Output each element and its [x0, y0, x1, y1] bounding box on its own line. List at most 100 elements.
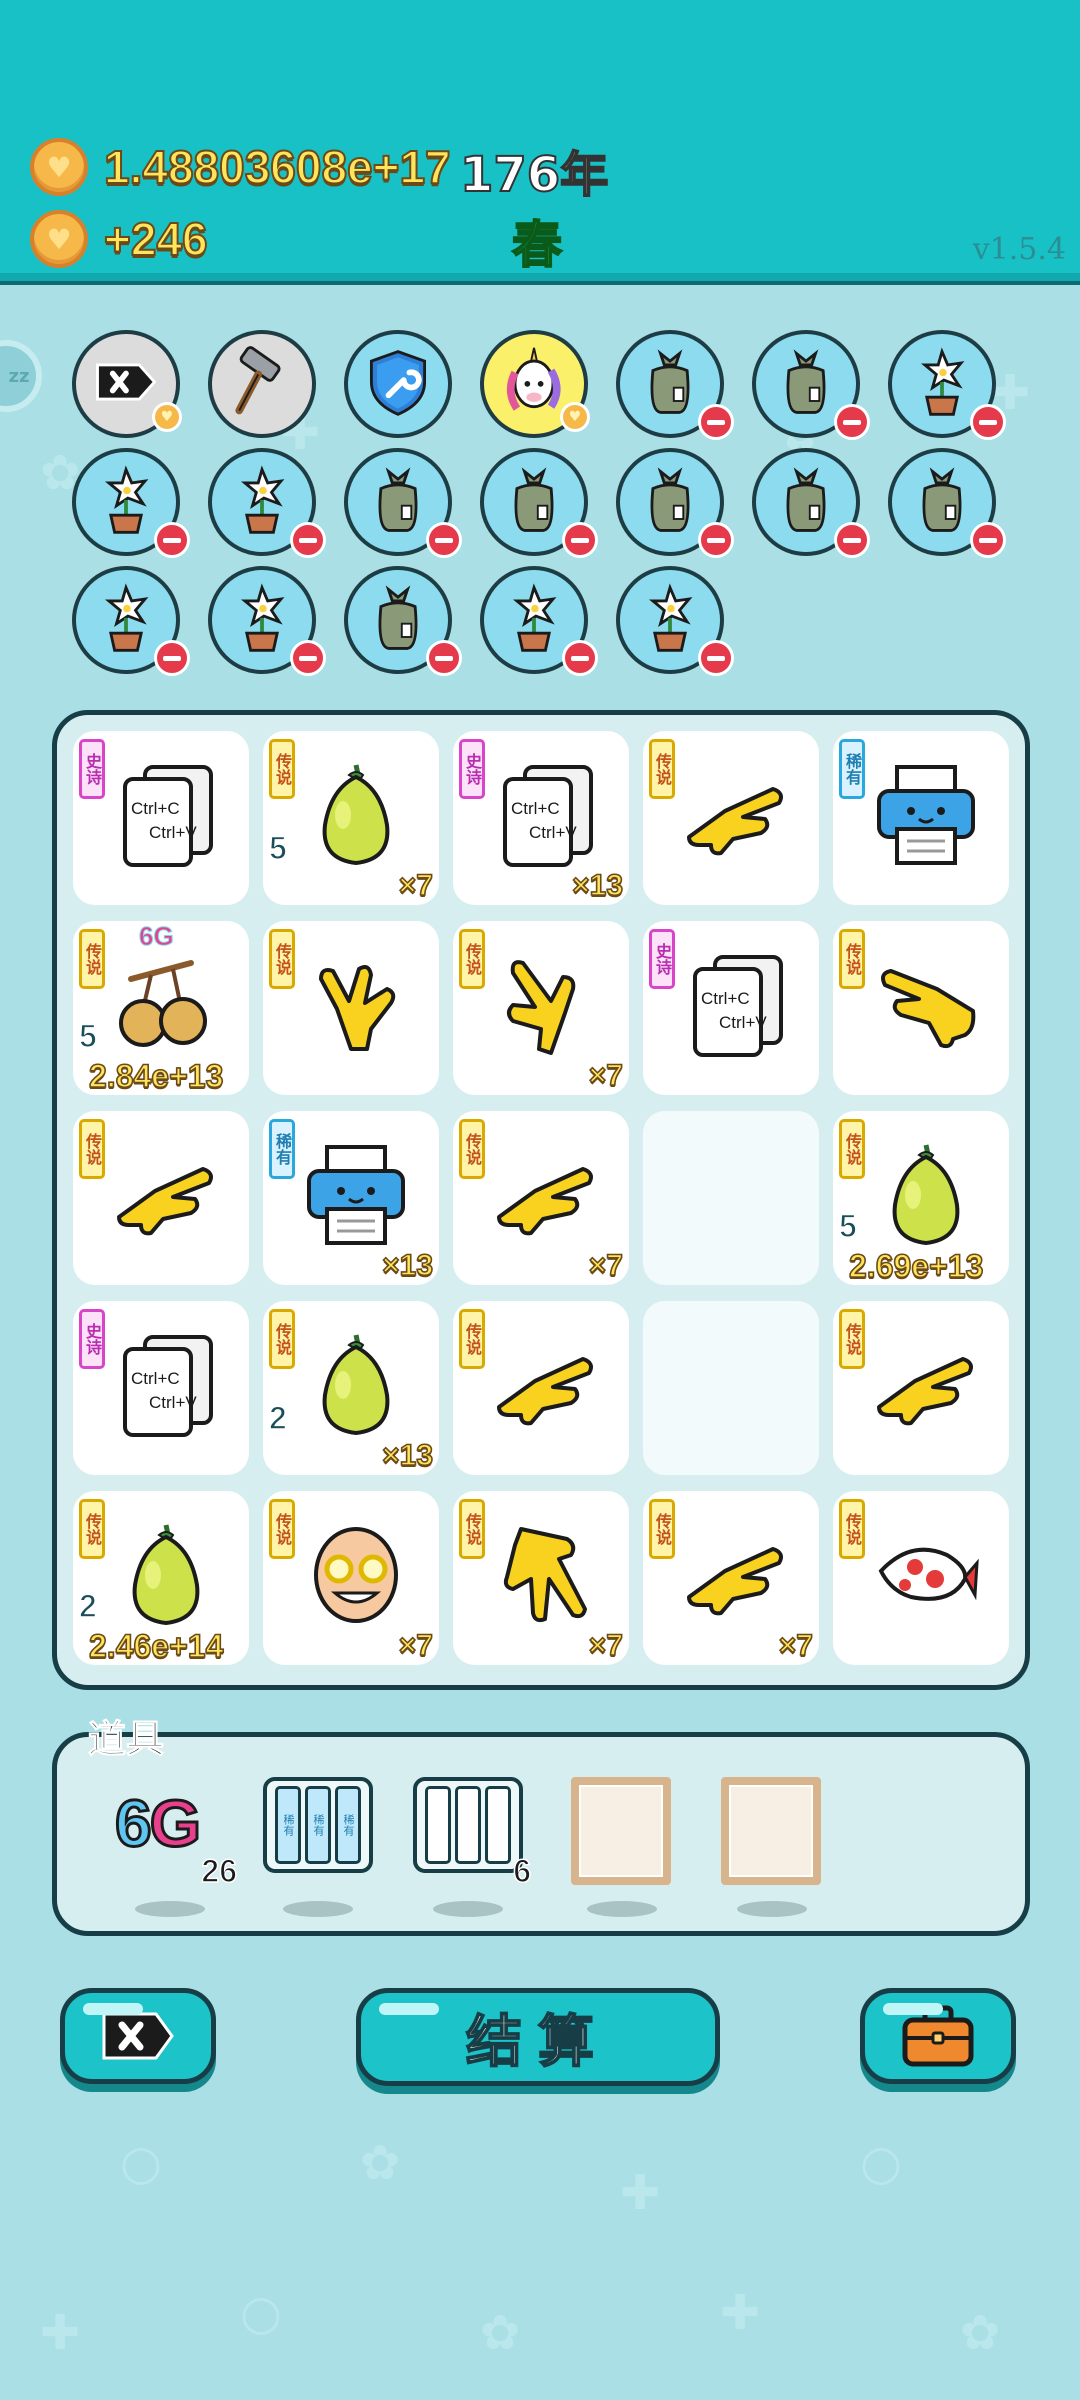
item-value: 2.46e+14 — [88, 1627, 224, 1665]
wrench-shield-icon — [360, 344, 436, 424]
relic-slot[interactable] — [72, 448, 190, 558]
board-cell-pointing-hand-right[interactable]: 传说 ×7 — [643, 1491, 819, 1665]
board-cell-pointing-hand-right[interactable]: 传说 — [73, 1111, 249, 1285]
board-cell-koi-fish[interactable]: 传说 — [833, 1491, 1009, 1665]
item-multiplier: ×13 — [381, 1438, 433, 1473]
relic-slot[interactable] — [344, 448, 462, 558]
board-cell-pointing-hand-right[interactable]: 传说 — [833, 1301, 1009, 1475]
remove-badge-icon — [154, 640, 190, 676]
coins-row: ♥ 1.48803608e+17 — [30, 138, 452, 196]
hammer-icon — [224, 344, 300, 424]
rarity-tag: 稀有 — [269, 1119, 295, 1179]
board-cell-copy-paste-card[interactable]: Ctrl+C Ctrl+V 史诗 ×13 — [453, 731, 629, 905]
income-value: +246 — [103, 212, 209, 266]
remove-badge-icon — [698, 522, 734, 558]
board-cell-pointing-hand-left[interactable]: 传说 — [833, 921, 1009, 1095]
copy-paste-text: Ctrl+C Ctrl+V — [511, 797, 577, 845]
board-cell-pomelo[interactable]: 传说 5 2.69e+13 — [833, 1111, 1009, 1285]
relic-slot[interactable] — [208, 330, 316, 438]
board-cell-pointing-hand-right[interactable]: 传说 — [453, 1301, 629, 1475]
relic-slot[interactable] — [480, 448, 598, 558]
delete-button[interactable] — [60, 1988, 216, 2084]
relic-slot[interactable] — [752, 448, 870, 558]
board-cell-pointing-hand-right[interactable]: 传说 ×7 — [453, 1111, 629, 1285]
trash-bag-icon — [632, 462, 708, 542]
remove-badge-icon — [834, 522, 870, 558]
rarity-tag: 传说 — [269, 1499, 295, 1559]
item-6g[interactable]: 6G 26 — [114, 1777, 238, 1917]
remove-badge-icon — [426, 640, 462, 676]
relic-slot[interactable] — [344, 566, 462, 676]
relic-slot[interactable] — [616, 330, 734, 440]
rarity-tag: 传说 — [269, 739, 295, 799]
remove-badge-icon — [698, 404, 734, 440]
remove-badge-icon — [970, 404, 1006, 440]
relic-slot[interactable]: ♥ — [72, 330, 182, 438]
year-counter: 176年 — [459, 146, 609, 204]
season-label: 春 — [511, 215, 563, 275]
card-label: 稀有 — [275, 1786, 301, 1864]
item-empty-frame[interactable] — [717, 1777, 827, 1917]
flower-pot-icon — [904, 344, 980, 424]
heart-coin-icon: ♥ — [30, 210, 88, 268]
trash-bag-icon — [904, 462, 980, 542]
trash-bag-icon — [632, 344, 708, 424]
item-shadow — [587, 1901, 657, 1917]
relic-slot[interactable] — [616, 448, 734, 558]
item-multiplier: ×13 — [381, 1248, 433, 1283]
board-cell-printer[interactable]: 稀有 — [833, 731, 1009, 905]
rarity-tag: 稀有 — [839, 739, 865, 799]
card-label: 稀有 — [305, 1786, 331, 1864]
backpack-button[interactable] — [860, 1988, 1016, 2084]
relic-slot[interactable] — [888, 330, 1006, 440]
board-cell-copy-paste-card[interactable]: Ctrl+C Ctrl+V 史诗 — [73, 1301, 249, 1475]
trash-bag-icon — [768, 344, 844, 424]
flower-pot-icon — [88, 462, 164, 542]
relic-slot[interactable] — [752, 330, 870, 440]
slot-board: Ctrl+C Ctrl+V 史诗 传说 5 ×7 Ctrl+C Ctrl+V 史诗 ×13 传说 稀有… — [52, 710, 1030, 1690]
relic-slot[interactable] — [888, 448, 1006, 558]
item-rare-cards[interactable]: 稀有 稀有 稀有 — [263, 1777, 373, 1917]
relic-slot[interactable] — [208, 448, 326, 558]
settle-button[interactable]: 结算 — [356, 1988, 720, 2086]
copy-line: Ctrl+C — [511, 799, 560, 818]
board-cell-pomelo[interactable]: 传说 5 ×7 — [263, 731, 439, 905]
board-cell-copy-paste-card[interactable]: Ctrl+C Ctrl+V 史诗 — [73, 731, 249, 905]
heart-coin-icon: ♥ — [30, 138, 88, 196]
board-cell-empty[interactable] — [643, 1111, 819, 1285]
trash-bag-icon — [496, 462, 572, 542]
board-cell-pomelo[interactable]: 传说 2 2.46e+14 — [73, 1491, 249, 1665]
item-empty-frame[interactable] — [567, 1777, 677, 1917]
board-cell-empty[interactable] — [643, 1301, 819, 1475]
board-cell-pointing-hand-right[interactable]: 传说 — [643, 731, 819, 905]
item-blank-cards[interactable]: 6 — [413, 1777, 532, 1917]
board-cell-pointing-hand-down[interactable]: 传说 ×7 — [453, 1491, 629, 1665]
version-label: v1.5.4 — [972, 232, 1066, 267]
relic-slot[interactable] — [208, 566, 326, 676]
relic-slot[interactable] — [616, 566, 734, 676]
trash-bag-icon — [360, 462, 436, 542]
board-cell-old-man-glasses[interactable]: 传说 ×7 — [263, 1491, 439, 1665]
board-cell-pomelo[interactable]: 传说 2 ×13 — [263, 1301, 439, 1475]
remove-badge-icon — [290, 640, 326, 676]
copy-paste-text: Ctrl+C Ctrl+V — [131, 797, 197, 845]
rarity-tag: 传说 — [839, 929, 865, 989]
relic-slot[interactable]: ♥ — [480, 330, 590, 438]
item-multiplier: ×7 — [398, 868, 434, 903]
relic-slot[interactable] — [344, 330, 452, 438]
board-cell-copy-paste-card[interactable]: Ctrl+C Ctrl+V 史诗 — [643, 921, 819, 1095]
item-value: 2.69e+13 — [848, 1247, 984, 1285]
relic-slot[interactable] — [72, 566, 190, 676]
item-level: 2 — [268, 1399, 287, 1437]
item-multiplier: ×7 — [398, 1628, 434, 1663]
board-cell-pointing-hand-up[interactable]: 传说 — [263, 921, 439, 1095]
item-level: 5 — [78, 1017, 97, 1055]
board-cell-cherries[interactable]: 传说 6G 5 2.84e+13 — [73, 921, 249, 1095]
relic-slot[interactable] — [480, 566, 598, 676]
board-cell-pointing-hand-up-left[interactable]: 传说 ×7 — [453, 921, 629, 1095]
remove-badge-icon — [426, 522, 462, 558]
board-cell-printer[interactable]: 稀有 ×13 — [263, 1111, 439, 1285]
remove-badge-icon — [834, 404, 870, 440]
copy-line: Ctrl+C — [131, 1369, 180, 1388]
items-title: 道具 — [87, 1717, 165, 1762]
